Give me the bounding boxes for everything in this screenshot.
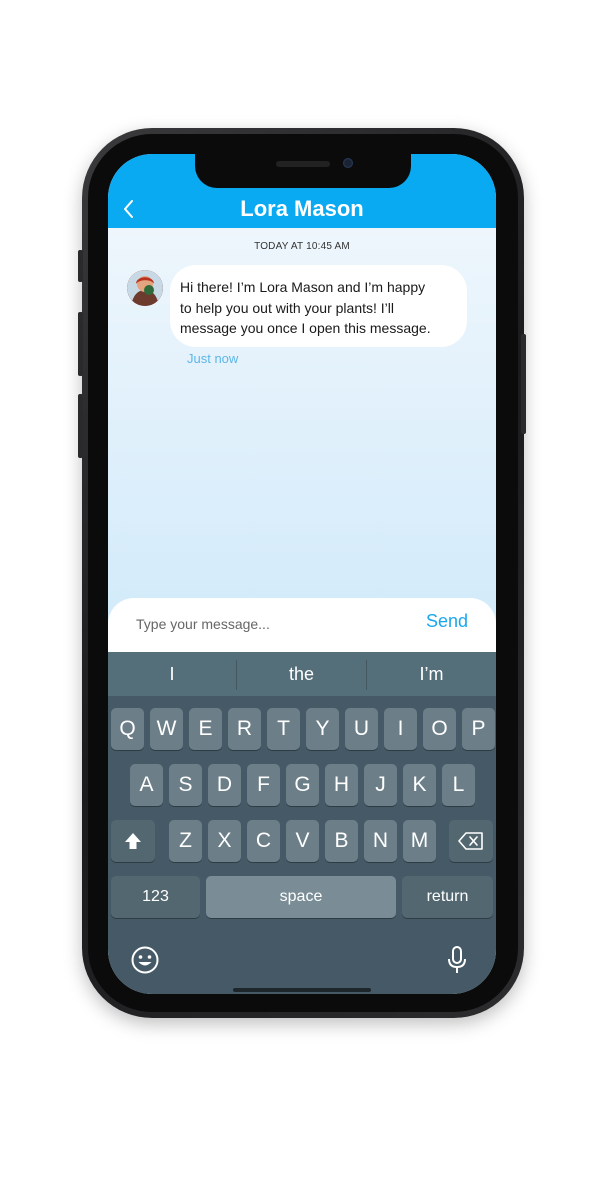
message-line: message you once I open this message. [180, 320, 431, 336]
contact-name-title: Lora Mason [240, 196, 364, 221]
shift-icon [125, 832, 141, 849]
volume-down-button [78, 394, 83, 458]
backspace-icon [458, 831, 483, 850]
key[interactable]: R [228, 708, 261, 750]
key[interactable]: W [150, 708, 183, 750]
delete-key[interactable] [449, 820, 493, 862]
message-bubble: Hi there! I’m Lora Mason and I’m happy t… [170, 265, 467, 347]
shift-key[interactable] [111, 820, 155, 862]
avatar[interactable] [127, 270, 163, 306]
key[interactable]: J [364, 764, 397, 806]
return-key[interactable]: return [402, 876, 493, 918]
key[interactable]: H [325, 764, 358, 806]
message-input[interactable] [136, 616, 406, 632]
key[interactable]: L [442, 764, 475, 806]
key[interactable]: U [345, 708, 378, 750]
mute-switch [78, 250, 83, 282]
suggestion-item[interactable]: I [108, 652, 236, 696]
key[interactable]: D [208, 764, 241, 806]
notch [195, 154, 411, 188]
key[interactable]: B [325, 820, 358, 862]
key[interactable]: Q [111, 708, 144, 750]
numbers-key[interactable]: 123 [111, 876, 200, 918]
message-line: to help you out with your plants! I’ll [180, 299, 395, 316]
key[interactable]: N [364, 820, 397, 862]
speaker-grille [276, 161, 330, 167]
chat-timestamp: TODAY AT 10:45 AM [254, 241, 350, 252]
key[interactable]: Y [306, 708, 339, 750]
space-key[interactable]: space [206, 876, 396, 918]
key[interactable]: T [267, 708, 300, 750]
key[interactable]: C [247, 820, 280, 862]
emoji-icon[interactable] [130, 945, 160, 980]
key[interactable]: O [423, 708, 456, 750]
key[interactable]: E [189, 708, 222, 750]
key[interactable]: K [403, 764, 436, 806]
key[interactable]: F [247, 764, 280, 806]
key[interactable]: S [169, 764, 202, 806]
suggestion-item[interactable]: I’m [367, 652, 496, 696]
message-composer: Send [108, 598, 496, 652]
key[interactable]: P [462, 708, 495, 750]
microphone-icon[interactable] [445, 945, 469, 980]
front-camera [343, 158, 353, 168]
send-button[interactable]: Send [426, 611, 468, 632]
power-button [521, 334, 526, 434]
keyboard: I the I’m Q W E R T Y U I O P A S D F G … [108, 652, 496, 994]
volume-up-button [78, 312, 83, 376]
key[interactable]: X [208, 820, 241, 862]
key[interactable]: M [403, 820, 436, 862]
key[interactable]: A [130, 764, 163, 806]
phone-screen: Lora Mason TODAY AT 10:45 AM Hi there! I… [108, 154, 496, 994]
suggestion-item[interactable]: the [237, 652, 366, 696]
key[interactable]: I [384, 708, 417, 750]
home-indicator[interactable] [233, 988, 371, 992]
key[interactable]: V [286, 820, 319, 862]
message-time: Just now [187, 351, 239, 366]
suggestion-bar: I the I’m [108, 652, 496, 696]
message-line: Hi there! I’m Lora Mason and I’m happy [180, 279, 426, 295]
key[interactable]: G [286, 764, 319, 806]
key[interactable]: Z [169, 820, 202, 862]
